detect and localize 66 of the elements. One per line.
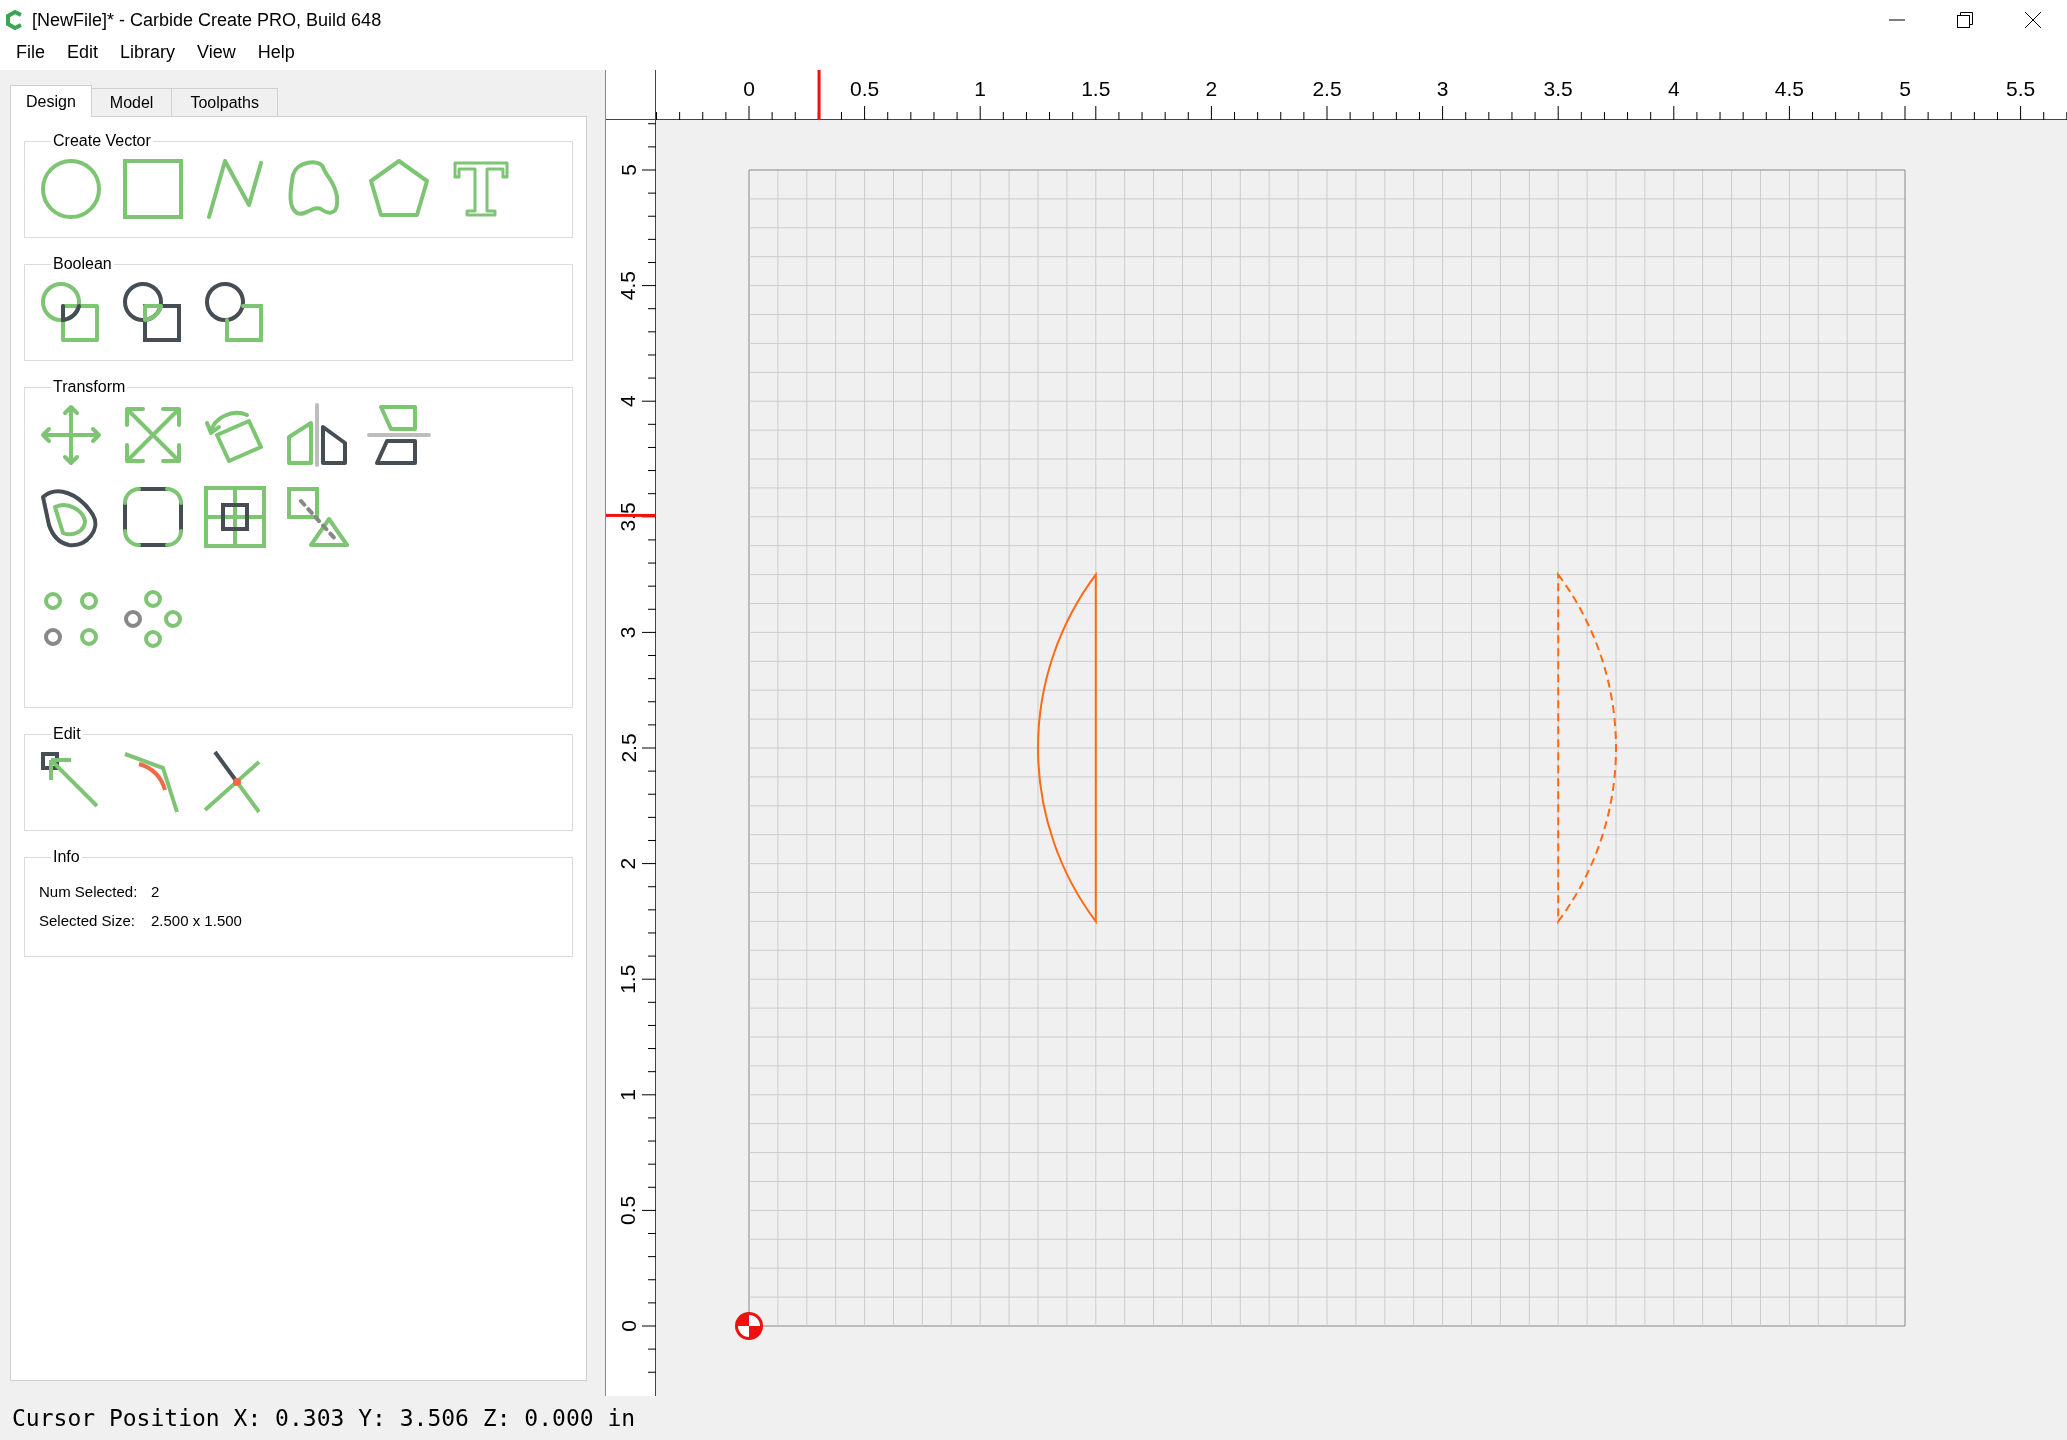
ruler-label: 2.5 — [1312, 77, 1342, 100]
ruler-label: 1.5 — [616, 964, 640, 994]
ruler-label: 3 — [1436, 77, 1449, 100]
square-triangle-icon — [285, 485, 349, 549]
lens-shape[interactable] — [1557, 573, 1617, 923]
menu-item[interactable]: View — [189, 40, 244, 64]
group-title: Edit — [52, 724, 82, 744]
distribute-tool[interactable] — [285, 485, 349, 549]
group-title: Transform — [52, 377, 127, 397]
ruler-label: 0 — [616, 1320, 640, 1332]
menu-item[interactable]: Help — [249, 40, 303, 64]
window-title: [NewFile]* - Carbide Create PRO, Build 648 — [32, 8, 382, 32]
ruler-label: 5 — [1899, 77, 1911, 100]
mirror-horizontal-icon — [285, 403, 349, 467]
origin-marker-icon — [735, 1312, 763, 1340]
info-value: 2 — [151, 882, 160, 902]
ruler-label: 1 — [974, 77, 987, 100]
ruler-label: 5 — [616, 164, 640, 176]
circle-icon — [39, 157, 103, 221]
circle-ring-icon — [121, 587, 185, 651]
circular-array-tool[interactable] — [121, 587, 185, 651]
ruler-label: 0.5 — [850, 77, 880, 100]
align-icon — [203, 485, 267, 549]
mirror-horizontal-tool[interactable] — [285, 403, 349, 467]
rounded-square-icon — [121, 485, 185, 549]
ruler-label: 4.5 — [616, 271, 640, 301]
move-arrows-icon — [39, 403, 103, 467]
menu-item[interactable]: File — [8, 40, 53, 64]
mirror-vertical-tool[interactable] — [367, 403, 431, 467]
group-title: Boolean — [52, 254, 113, 274]
ruler-label: 2 — [1205, 77, 1218, 100]
group-title: Info — [52, 847, 81, 867]
move-tool[interactable] — [39, 403, 103, 467]
ruler-label: 0.5 — [616, 1195, 640, 1225]
circle-tool[interactable] — [39, 157, 103, 221]
ruler-label: 4 — [1667, 77, 1680, 100]
ruler-label: 4.5 — [1774, 77, 1804, 100]
square-icon — [121, 157, 185, 221]
ruler-label: 3 — [616, 626, 640, 639]
tab[interactable]: Design — [10, 85, 92, 117]
group-title: Create Vector — [52, 131, 152, 151]
mirror-vertical-icon — [367, 403, 431, 467]
ruler-label: 0 — [743, 77, 755, 100]
info-label: Num Selected: — [39, 882, 139, 902]
tab[interactable]: Toolpaths — [171, 88, 278, 116]
cursor-position-text: Cursor Position X: 0.303 Y: 3.506 Z: 0.000 in — [12, 1403, 636, 1433]
info-label: Selected Size: — [39, 910, 136, 931]
ruler-label: 4 — [616, 395, 640, 408]
menu-item[interactable]: Library — [112, 40, 184, 64]
ruler-label: 1.5 — [1081, 77, 1111, 100]
ruler-label: 3.5 — [616, 502, 640, 532]
lens-shape[interactable] — [1037, 573, 1097, 923]
restore-icon — [1957, 12, 1973, 28]
fillet-tool[interactable] — [121, 485, 185, 549]
rectangle-tool[interactable] — [121, 157, 185, 221]
ruler-label: 5.5 — [2006, 77, 2036, 100]
ruler-label: 3.5 — [1543, 77, 1573, 100]
ruler-label: 2 — [616, 857, 640, 870]
ruler-label: 1 — [616, 1088, 640, 1101]
app-logo-icon — [6, 10, 24, 30]
minimize-icon — [1889, 19, 1905, 21]
ruler-label: 2.5 — [616, 733, 640, 763]
menu-item[interactable]: Edit — [59, 40, 107, 64]
align-tool[interactable] — [203, 485, 267, 549]
info-value: 2.500 x 1.500 — [151, 910, 242, 931]
close-icon — [2025, 12, 2041, 28]
